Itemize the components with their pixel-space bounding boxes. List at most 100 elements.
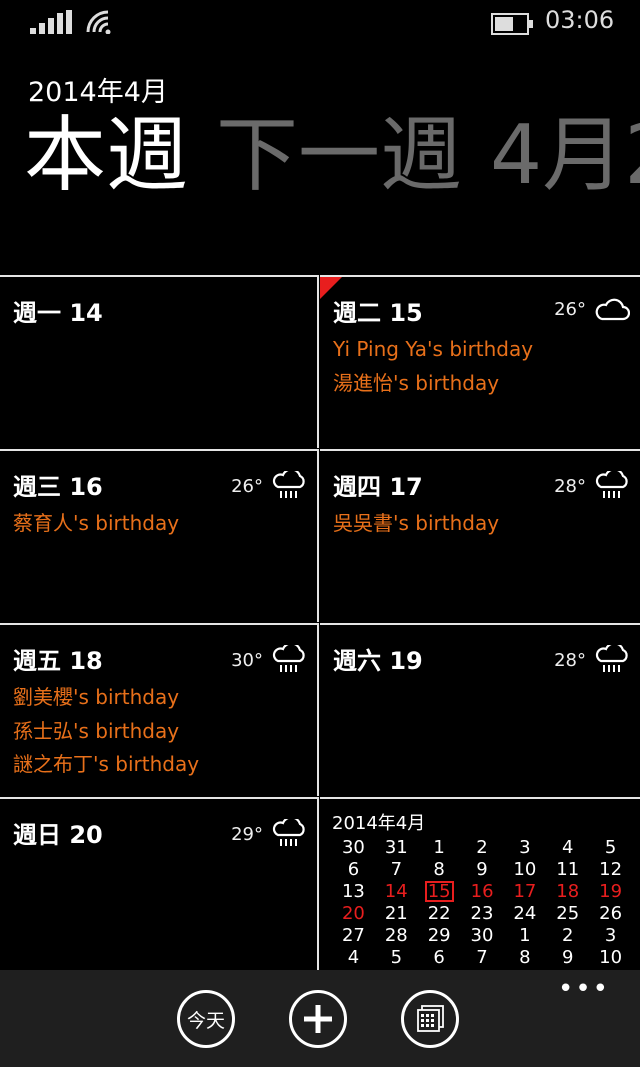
app-bar: 今天 ••• [0,970,640,1067]
pivot-next-week[interactable]: 下一週 [216,108,462,203]
event-item[interactable]: 孫士弘's birthday [13,715,199,749]
mini-calendar-day[interactable]: 31 [375,837,418,859]
weather: 26° [231,471,307,501]
weather: 26° [554,297,630,321]
signal-strength-icon [30,10,72,34]
day-cell-sunday[interactable]: 週日 20 29° [0,797,319,972]
mini-calendar-cell[interactable]: 2014年4月 30 31 1 2 3 4 5 6 7 8 9 10 11 12 13 14 15 16 17 18 1… [320,797,640,972]
temperature: 28° [554,649,586,671]
weather: 28° [554,471,630,501]
mini-calendar-day[interactable]: 2 [461,837,504,859]
today-button[interactable]: 今天 [177,990,235,1048]
weather: 29° [231,819,307,849]
event-list: 吳吳書's birthday [333,507,499,541]
pivot-this-week[interactable]: 本週 [24,108,188,203]
add-button[interactable] [289,990,347,1048]
mini-calendar-day[interactable]: 2 [546,925,589,947]
pivot-month[interactable]: 4月2 [490,108,640,203]
week-grid: 週一 14 週二 15 26° Yi Ping Ya's birthday 湯進… [0,275,640,972]
event-item[interactable]: 吳吳書's birthday [333,507,499,541]
status-bar: 03:06 [0,0,640,50]
day-label: 週二 15 [333,299,423,327]
mini-calendar-day[interactable]: 13 [332,881,375,903]
mini-calendar-day[interactable]: 1 [503,925,546,947]
month-title: 2014年4月 [28,77,168,108]
mini-calendar-day[interactable]: 5 [375,947,418,969]
mini-calendar-day[interactable]: 30 [332,837,375,859]
mini-calendar-day[interactable]: 4 [332,947,375,969]
event-item[interactable]: 湯進怡's birthday [333,367,533,401]
event-item[interactable]: 蔡育人's birthday [13,507,179,541]
mini-calendar-day[interactable]: 25 [546,903,589,925]
status-time: 03:06 [545,6,615,34]
rain-icon [595,471,628,498]
mini-calendar-week: 20 21 22 23 24 25 26 [332,903,632,925]
mini-calendar-day[interactable]: 3 [503,837,546,859]
mini-calendar-day[interactable]: 26 [589,903,632,925]
plus-icon [304,1005,332,1033]
mini-calendar-day[interactable]: 6 [332,859,375,881]
mini-calendar-day[interactable]: 6 [418,947,461,969]
mini-calendar-day[interactable]: 30 [461,925,504,947]
temperature: 30° [231,649,263,671]
mini-calendar-day[interactable]: 28 [375,925,418,947]
mini-calendar[interactable]: 2014年4月 30 31 1 2 3 4 5 6 7 8 9 10 11 12 13 14 15 16 17 18 1… [332,809,632,969]
mini-calendar-day[interactable]: 14 [375,881,418,903]
mini-calendar-day[interactable]: 9 [461,859,504,881]
mini-calendar-day[interactable]: 17 [504,881,547,903]
mini-calendar-week: 27 28 29 30 1 2 3 [332,925,632,947]
mini-calendar-day[interactable]: 22 [418,903,461,925]
day-cell-tuesday[interactable]: 週二 15 26° Yi Ping Ya's birthday 湯進怡's bi… [320,275,640,448]
mini-calendar-day[interactable]: 10 [589,947,632,969]
event-list: 劉美櫻's birthday 孫士弘's birthday 謎之布丁's bir… [13,681,199,782]
rain-icon [272,645,305,672]
mini-calendar-day[interactable]: 11 [546,859,589,881]
day-cell-saturday[interactable]: 週六 19 28° [320,623,640,796]
mini-calendar-day[interactable]: 29 [418,925,461,947]
mini-calendar-day[interactable]: 7 [461,947,504,969]
mini-calendar-day[interactable]: 8 [503,947,546,969]
mini-calendar-week: 13 14 15 16 17 18 19 [332,881,632,903]
mini-calendar-day[interactable]: 19 [589,881,632,903]
calendar-icon [417,1005,444,1032]
rain-icon [595,645,628,672]
mini-calendar-title: 2014年4月 [332,813,426,834]
event-item[interactable]: Yi Ping Ya's birthday [333,333,533,367]
mini-calendar-day[interactable]: 18 [546,881,589,903]
event-item[interactable]: 謎之布丁's birthday [13,748,199,782]
event-list: Yi Ping Ya's birthday 湯進怡's birthday [333,333,533,400]
day-cell-thursday[interactable]: 週四 17 28° 吳吳書's birthday [320,449,640,622]
rain-icon [272,819,305,846]
event-list: 蔡育人's birthday [13,507,179,541]
pivot-header: 本週下一週 4月2 [24,106,640,206]
mini-calendar-day[interactable]: 16 [461,881,504,903]
day-cell-wednesday[interactable]: 週三 16 26° 蔡育人's birthday [0,449,319,622]
mini-calendar-day[interactable]: 1 [418,837,461,859]
mini-calendar-day[interactable]: 15 [424,881,454,902]
calendar-view-button[interactable] [401,990,459,1048]
mini-calendar-day[interactable]: 5 [589,837,632,859]
cloud-icon [595,298,630,321]
day-label: 週六 19 [333,647,423,675]
mini-calendar-day[interactable]: 24 [503,903,546,925]
mini-calendar-day[interactable]: 10 [503,859,546,881]
mini-calendar-grid: 30 31 1 2 3 4 5 6 7 8 9 10 11 12 13 14 15 16 17 18 19 20 21 22 2… [332,837,632,969]
weather: 28° [554,645,630,675]
day-label: 週一 14 [13,299,103,327]
mini-calendar-day[interactable]: 20 [332,903,375,925]
mini-calendar-day[interactable]: 8 [418,859,461,881]
weather: 30° [231,645,307,675]
day-cell-friday[interactable]: 週五 18 30° 劉美櫻's birthday 孫士弘's birthday … [0,623,319,796]
mini-calendar-day[interactable]: 4 [546,837,589,859]
day-cell-monday[interactable]: 週一 14 [0,275,319,448]
mini-calendar-day[interactable]: 23 [461,903,504,925]
more-options-button[interactable]: ••• [558,974,610,1004]
battery-icon [491,13,533,35]
mini-calendar-day[interactable]: 7 [375,859,418,881]
mini-calendar-day[interactable]: 9 [546,947,589,969]
mini-calendar-day[interactable]: 21 [375,903,418,925]
event-item[interactable]: 劉美櫻's birthday [13,681,199,715]
mini-calendar-day[interactable]: 27 [332,925,375,947]
mini-calendar-day[interactable]: 3 [589,925,632,947]
mini-calendar-day[interactable]: 12 [589,859,632,881]
